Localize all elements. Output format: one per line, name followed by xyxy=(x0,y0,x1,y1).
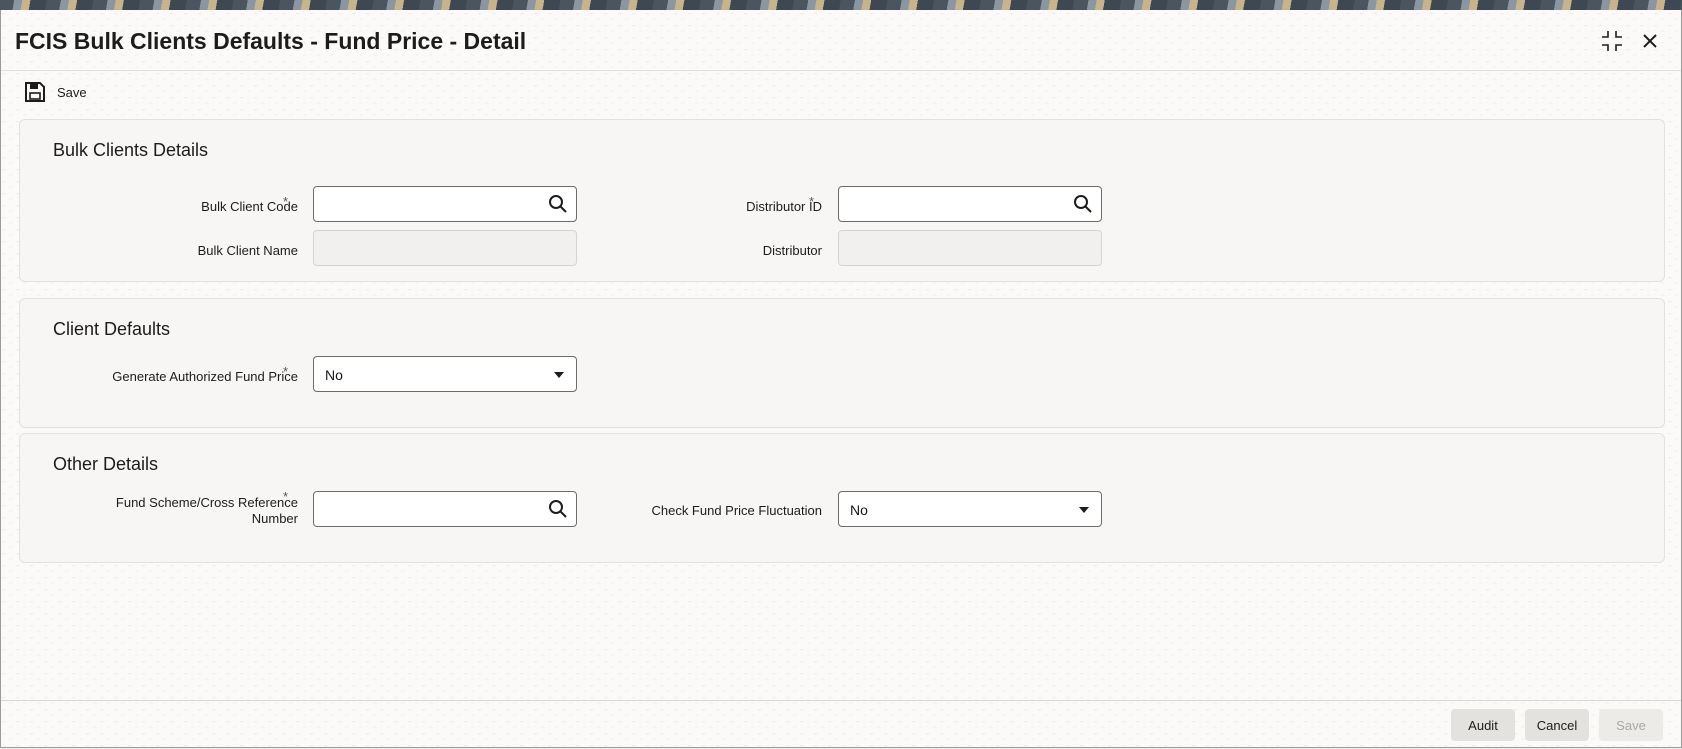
maximize-icon xyxy=(1602,31,1622,51)
check-fund-price-fluctuation-label: Check Fund Price Fluctuation xyxy=(651,503,822,518)
footer-bar: Audit Cancel Save xyxy=(1,700,1681,748)
bulk-clients-details-heading: Bulk Clients Details xyxy=(53,140,209,160)
fund-scheme-label-line2: Number xyxy=(251,511,298,526)
bulk-client-name-label: Bulk Client Name xyxy=(197,243,298,258)
search-icon xyxy=(549,195,567,213)
chevron-down-icon xyxy=(1079,507,1089,513)
bulk-client-code-search-button[interactable] xyxy=(546,192,570,216)
toolbar-save-button[interactable]: Save xyxy=(25,82,87,102)
distributor-field xyxy=(838,230,1102,266)
client-defaults-panel: Client Defaults Generate Authorized Fund… xyxy=(19,298,1665,428)
floppy-disk-icon xyxy=(25,82,45,102)
title-bar: FCIS Bulk Clients Defaults - Fund Price … xyxy=(1,10,1681,71)
bulk-clients-details-panel: Bulk Clients Details Bulk Client Code * … xyxy=(19,119,1665,282)
distributor-id-search-button[interactable] xyxy=(1071,192,1095,216)
check-fund-price-fluctuation-select[interactable]: No xyxy=(838,491,1102,527)
required-marker: * xyxy=(283,489,289,504)
client-defaults-heading: Client Defaults xyxy=(53,319,171,339)
dialog-window: FCIS Bulk Clients Defaults - Fund Price … xyxy=(0,10,1682,748)
distributor-label: Distributor xyxy=(762,243,822,258)
search-icon xyxy=(549,500,567,518)
maximize-button[interactable] xyxy=(1599,28,1625,54)
chevron-down-icon xyxy=(554,372,564,378)
page-title: FCIS Bulk Clients Defaults - Fund Price … xyxy=(15,28,527,54)
fund-scheme-label: Fund Scheme/Cross Reference Number xyxy=(116,495,298,527)
fund-scheme-search-button[interactable] xyxy=(546,497,570,521)
generate-authorized-fund-price-label: Generate Authorized Fund Price xyxy=(112,369,298,384)
toolbar-save-label: Save xyxy=(57,84,87,100)
top-banner-strip xyxy=(0,0,1682,10)
distributor-id-input[interactable] xyxy=(838,186,1102,222)
required-marker: * xyxy=(809,194,815,209)
fund-scheme-input[interactable] xyxy=(313,491,577,527)
close-icon xyxy=(1643,34,1657,48)
other-details-heading: Other Details xyxy=(53,454,159,474)
footer-save-button[interactable]: Save xyxy=(1599,709,1663,741)
audit-button[interactable]: Audit xyxy=(1451,709,1515,741)
bulk-client-code-input[interactable] xyxy=(313,186,577,222)
required-marker: * xyxy=(283,364,289,379)
fund-scheme-label-line1: Fund Scheme/Cross Reference xyxy=(115,495,298,510)
bulk-client-name-field xyxy=(313,230,577,266)
other-details-panel: Other Details Fund Scheme/Cross Referenc… xyxy=(19,433,1665,563)
generate-authorized-fund-price-select[interactable]: No xyxy=(313,356,577,392)
close-button[interactable] xyxy=(1637,28,1663,54)
search-icon xyxy=(1074,195,1092,213)
required-marker: * xyxy=(283,194,289,209)
cancel-button[interactable]: Cancel xyxy=(1525,709,1589,741)
check-fund-price-fluctuation-value: No xyxy=(850,502,868,518)
generate-authorized-fund-price-value: No xyxy=(325,367,343,383)
